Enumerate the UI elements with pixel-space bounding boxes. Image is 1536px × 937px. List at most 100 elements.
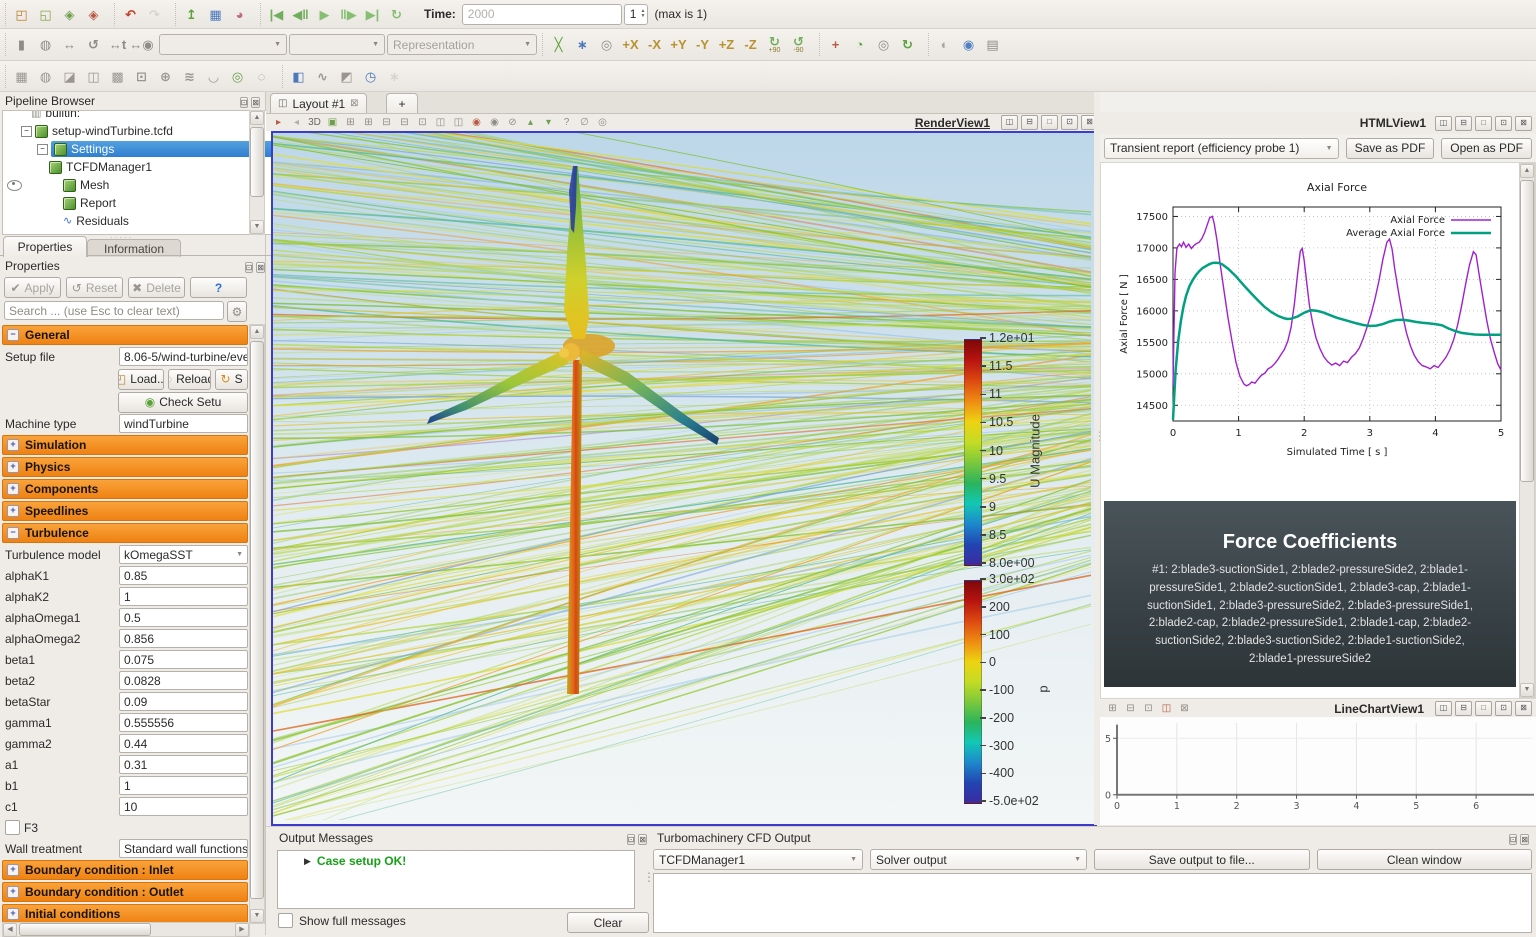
select-cells-on-icon[interactable]: ⊞ (342, 116, 359, 130)
undock-button[interactable]: ⊡ (240, 97, 249, 108)
previous-frame-icon[interactable]: ◀‖ (289, 3, 312, 26)
copy-chart-icon[interactable]: ⊡ (1140, 702, 1157, 716)
scroll-down-button[interactable]: ▼ (250, 909, 264, 923)
wall-treatment-combo[interactable]: Standard wall functions▼ (119, 839, 248, 858)
loop-icon[interactable]: ↻ (385, 3, 408, 26)
betaStar-field[interactable]: 0.09 (119, 692, 248, 711)
alphaOmega1-field[interactable]: 0.5 (119, 608, 248, 627)
scroll-up-button[interactable]: ▲ (1520, 164, 1534, 178)
group-datasets-icon[interactable]: ◎ (226, 65, 249, 88)
undo-icon[interactable]: ↶ (119, 3, 142, 26)
toggle-color-legend-icon[interactable]: ▮ (10, 33, 33, 56)
apply-button[interactable]: ✔Apply (4, 277, 61, 298)
interactive-select-cells-icon[interactable]: ◫ (432, 116, 449, 130)
rotate-90-ccw-icon[interactable]: ↺-90 (787, 33, 810, 56)
collapse-icon[interactable]: − (7, 527, 19, 539)
save-as-pdf-button[interactable]: Save as PDF (1346, 138, 1435, 159)
scroll-up-button[interactable]: ▲ (250, 325, 264, 339)
rescale-to-data-range-icon[interactable]: ↔ (58, 33, 81, 56)
connectivity-icon[interactable]: ◌ (250, 65, 273, 88)
last-frame-icon[interactable]: ▶| (361, 3, 384, 26)
split-vertical-button[interactable]: ⊟ (1455, 116, 1472, 131)
scroll-thumb[interactable] (1520, 180, 1534, 482)
maximize-button[interactable]: □ (1041, 115, 1058, 130)
close-button[interactable]: ⊠ (251, 97, 260, 108)
rescale-custom-range-icon[interactable]: ↺ (82, 33, 105, 56)
view-plus-z-icon[interactable]: +Z (715, 33, 738, 56)
view-minus-z-icon[interactable]: -Z (739, 33, 762, 56)
orientation-axes-icon[interactable]: ◔ (848, 33, 871, 56)
section-initial-conditions[interactable]: +Initial conditions (2, 904, 248, 922)
open-recent-icon[interactable]: ◱ (34, 3, 57, 26)
undock-button[interactable]: ⊡ (627, 834, 636, 845)
close-button[interactable]: ⊠ (1520, 834, 1529, 845)
select-points-through-icon[interactable]: ⊟ (396, 116, 413, 130)
frame-index-spinner[interactable]: 1▲▼ (624, 4, 649, 25)
search-input[interactable] (4, 301, 224, 320)
expand-icon[interactable]: + (7, 461, 19, 473)
split-vertical-button[interactable]: ⊟ (1455, 701, 1472, 716)
alphaK1-field[interactable]: 0.85 (119, 566, 248, 585)
time-value-input[interactable]: 2000 (462, 4, 622, 25)
select-points-on-icon[interactable]: ⊞ (360, 116, 377, 130)
zoom-to-box-icon[interactable]: ◎ (595, 33, 618, 56)
bottom-splitter[interactable] (643, 827, 649, 935)
popout-button[interactable]: ⊡ (1061, 115, 1078, 130)
view-plus-x-icon[interactable]: +X (619, 33, 642, 56)
first-frame-icon[interactable]: |◀ (265, 3, 288, 26)
tab-properties[interactable]: Properties (3, 236, 87, 257)
visibility-eye-icon[interactable] (7, 180, 22, 191)
extract-subset-icon[interactable]: ⊡ (130, 65, 153, 88)
scroll-thumb[interactable] (19, 923, 151, 936)
select-block-icon[interactable]: ⊡ (414, 116, 431, 130)
expand-icon[interactable]: + (7, 505, 19, 517)
section-general[interactable]: −General (2, 325, 248, 345)
setup-file-field[interactable]: 8.06-5/wind-turbine/eveningTest/se (119, 347, 248, 366)
f3-checkbox[interactable] (5, 820, 20, 835)
split-horizontal-button[interactable]: ◫ (1435, 701, 1452, 716)
rotate-90-cw-icon[interactable]: ↻+90 (763, 33, 786, 56)
tree-expander-icon[interactable]: − (21, 126, 32, 137)
view-plus-y-icon[interactable]: +Y (667, 33, 690, 56)
tcfd-manager-combo[interactable]: TCFDManager1 ▼ (653, 849, 863, 870)
expand-icon[interactable]: + (7, 864, 19, 876)
component-combo[interactable]: ▼ (289, 34, 385, 55)
a1-field[interactable]: 0.31 (119, 755, 248, 774)
color-palette-icon[interactable]: ◕ (228, 3, 251, 26)
close-button[interactable]: ⊠ (1515, 701, 1532, 716)
close-button[interactable]: ⊠ (1515, 116, 1532, 131)
plot-over-line-icon[interactable]: ∿ (311, 65, 334, 88)
close-button[interactable]: ⊠ (256, 262, 265, 273)
section-bc-outlet[interactable]: +Boundary condition : Outlet (2, 882, 248, 902)
expand-icon[interactable]: + (7, 483, 19, 495)
select-polygon-icon[interactable]: ⊠ (1176, 702, 1193, 716)
layout-tab[interactable]: ◫ Layout #1 ⊠ (270, 93, 367, 113)
expander-icon[interactable]: ▶ (304, 856, 311, 867)
edit-color-map-icon[interactable]: ◍ (34, 33, 57, 56)
color-by-combo[interactable]: ▼ (159, 34, 287, 55)
gamma1-field[interactable]: 0.555556 (119, 713, 248, 732)
toggle-interaction-icon[interactable]: ∅ (576, 116, 593, 130)
popout-button[interactable]: ⊡ (1495, 116, 1512, 131)
grow-selection-icon[interactable]: ▴ (522, 116, 539, 130)
render-view-title[interactable]: RenderView1 (915, 116, 990, 130)
hover-cells-icon[interactable]: ◉ (468, 116, 485, 130)
reset-button[interactable]: ↺Reset (66, 277, 123, 298)
rescale-visible-range-icon[interactable]: ↔◉ (130, 33, 153, 56)
view-minus-x-icon[interactable]: -X (643, 33, 666, 56)
camera-undo-icon[interactable]: ◂ (288, 116, 305, 130)
rotate-camera-cw-icon[interactable]: ↻ (896, 33, 919, 56)
expand-icon[interactable]: + (7, 439, 19, 451)
capture-chart-icon[interactable]: ⊟ (1122, 702, 1139, 716)
alphaOmega2-field[interactable]: 0.856 (119, 629, 248, 648)
rescale-temporal-range-icon[interactable]: ↔t (106, 33, 129, 56)
maximize-button[interactable]: □ (1475, 116, 1492, 131)
section-components[interactable]: +Components (2, 479, 248, 499)
machine-type-field[interactable]: windTurbine (119, 414, 248, 433)
hover-points-icon[interactable]: ◉ (486, 116, 503, 130)
expand-icon[interactable]: + (7, 886, 19, 898)
add-layout-tab-button[interactable]: + (386, 93, 418, 113)
pipeline-scrollbar[interactable]: ▲▼ (249, 110, 265, 235)
clean-window-button[interactable]: Clean window (1317, 849, 1533, 870)
clip-icon[interactable]: ◪ (58, 65, 81, 88)
